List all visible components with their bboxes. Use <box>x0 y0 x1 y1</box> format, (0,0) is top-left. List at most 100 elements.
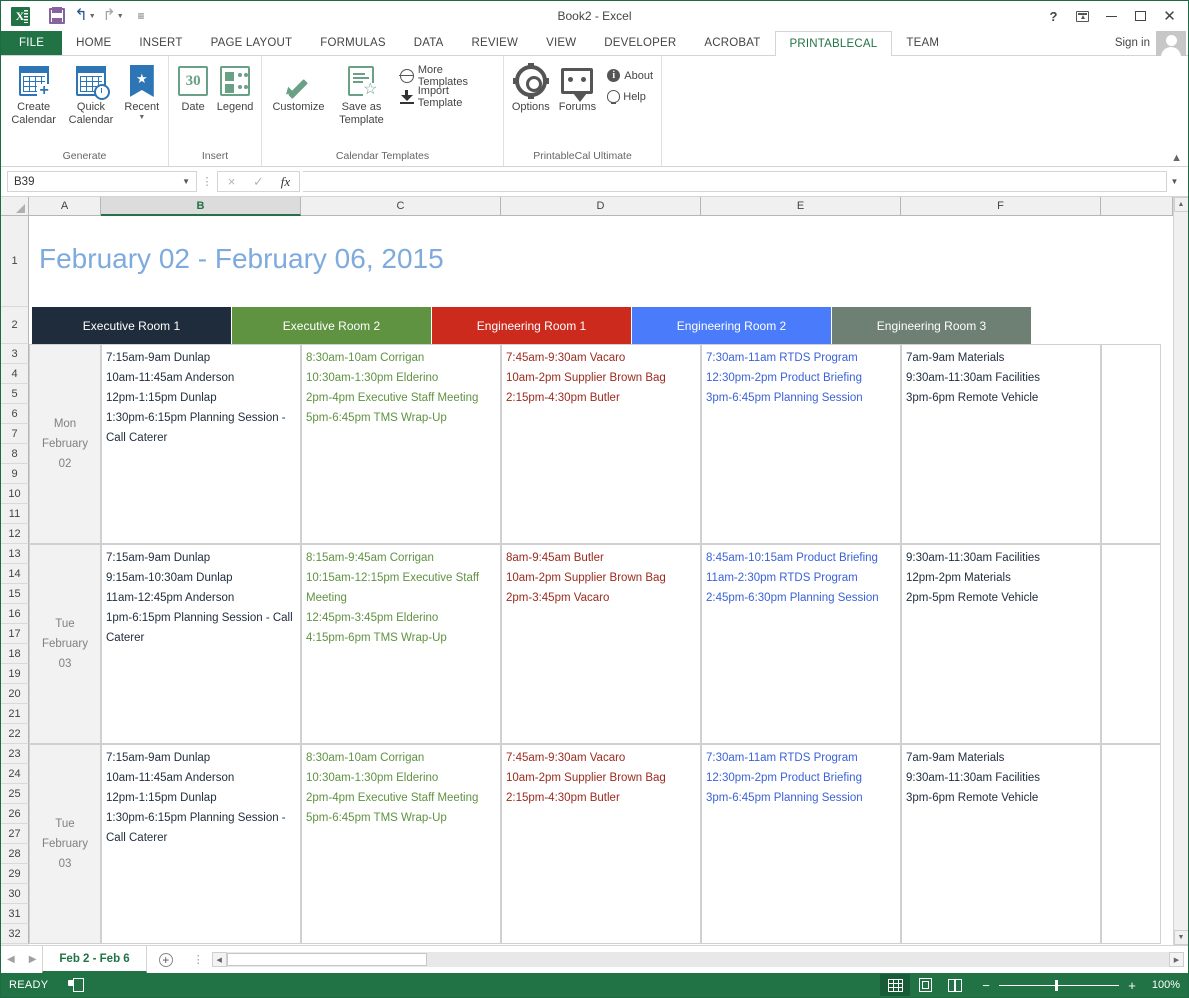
event-cell[interactable]: 7:30am-11am RTDS Program 12:30pm-2pm Prod… <box>701 344 901 544</box>
event-cell[interactable]: 7:15am-9am Dunlap 10am-11:45am Anderson 12… <box>101 744 301 944</box>
redo-icon[interactable]: ↱ ▼ <box>100 4 126 28</box>
legend-button[interactable]: Legend <box>213 60 257 114</box>
record-macro-icon[interactable] <box>68 978 85 992</box>
tab-developer[interactable]: DEVELOPER <box>590 31 690 55</box>
formula-input[interactable] <box>303 171 1167 192</box>
row-header-16[interactable]: 16 <box>1 604 29 624</box>
row-header-18[interactable]: 18 <box>1 644 29 664</box>
row-header-26[interactable]: 26 <box>1 804 29 824</box>
customize-button[interactable]: Customize <box>266 60 331 114</box>
forums-button[interactable]: Forums <box>554 60 602 114</box>
cancel-formula-button[interactable]: × <box>218 172 245 191</box>
row-header-30[interactable]: 30 <box>1 884 29 904</box>
event-cell[interactable]: 8:45am-10:15am Product Briefing 11am-2:30… <box>701 544 901 744</box>
insert-function-button[interactable]: fx <box>272 172 299 191</box>
row-header-8[interactable]: 8 <box>1 444 29 464</box>
row-header-23[interactable]: 23 <box>1 744 29 764</box>
page-layout-view-button[interactable] <box>910 974 940 996</box>
scroll-down-button[interactable]: ▼ <box>1173 930 1188 945</box>
column-header-c[interactable]: C <box>301 197 501 216</box>
customize-qat-icon[interactable]: ≡ <box>128 4 154 28</box>
column-header-g[interactable] <box>1101 197 1173 216</box>
recent-button[interactable]: ★ Recent ▼ <box>120 60 164 122</box>
vertical-scroll-track[interactable] <box>1173 212 1188 930</box>
date-button[interactable]: 30 Date <box>173 60 213 114</box>
horizontal-scroll-thumb[interactable] <box>226 953 427 966</box>
zoom-slider-thumb[interactable] <box>1055 979 1058 991</box>
row-header-25[interactable]: 25 <box>1 784 29 804</box>
event-cell[interactable]: 8:15am-9:45am Corrigan 10:15am-12:15pm Ex… <box>301 544 501 744</box>
chevron-down-icon[interactable]: ▼ <box>124 114 159 122</box>
chevron-down-icon[interactable]: ▼ <box>182 177 190 186</box>
event-cell[interactable]: 9:30am-11:30am Facilities 12pm-2pm Materi… <box>901 544 1101 744</box>
minimize-button[interactable] <box>1097 4 1126 28</box>
vertical-scrollbar[interactable]: ▲ ▼ <box>1173 197 1188 945</box>
create-calendar-button[interactable]: + Create Calendar <box>5 60 62 127</box>
scroll-up-button[interactable]: ▲ <box>1173 197 1188 212</box>
excel-logo-icon[interactable]: X <box>7 4 33 28</box>
ribbon-display-options-button[interactable] <box>1068 4 1097 28</box>
sheet-nav-prev-icon[interactable]: ◀ <box>7 954 15 965</box>
sign-in-link[interactable]: Sign in <box>1115 37 1150 49</box>
zoom-out-button[interactable]: − <box>980 978 992 993</box>
row-header-29[interactable]: 29 <box>1 864 29 884</box>
row-header-10[interactable]: 10 <box>1 484 29 504</box>
horizontal-scrollbar[interactable]: ◀ ▶ <box>211 952 1184 967</box>
row-header-7[interactable]: 7 <box>1 424 29 444</box>
row-header-20[interactable]: 20 <box>1 684 29 704</box>
column-header-d[interactable]: D <box>501 197 701 216</box>
help-button[interactable]: ? <box>1039 4 1068 28</box>
row-header-14[interactable]: 14 <box>1 564 29 584</box>
row-header-27[interactable]: 27 <box>1 824 29 844</box>
select-all-button[interactable] <box>1 197 29 216</box>
row-header-1[interactable]: 1 <box>1 216 29 307</box>
row-header-31[interactable]: 31 <box>1 904 29 924</box>
save-as-template-button[interactable]: ☆ Save as Template <box>331 60 392 127</box>
row-header-4[interactable]: 4 <box>1 364 29 384</box>
tab-team[interactable]: TEAM <box>892 31 953 55</box>
row-header-5[interactable]: 5 <box>1 384 29 404</box>
enter-formula-button[interactable]: ✓ <box>245 172 272 191</box>
event-cell[interactable]: 7:15am-9am Dunlap 9:15am-10:30am Dunlap 11… <box>101 544 301 744</box>
empty-cell[interactable] <box>1101 744 1161 944</box>
row-header-19[interactable]: 19 <box>1 664 29 684</box>
row-header-13[interactable]: 13 <box>1 544 29 564</box>
event-cell[interactable]: 8:30am-10am Corrigan 10:30am-1:30pm Elder… <box>301 344 501 544</box>
event-cell[interactable]: 7:30am-11am RTDS Program 12:30pm-2pm Prod… <box>701 744 901 944</box>
undo-icon[interactable]: ↰ ▼ <box>72 4 98 28</box>
tab-data[interactable]: DATA <box>400 31 458 55</box>
sheet-splitter-grip[interactable]: ⋮ <box>185 953 212 966</box>
column-header-a[interactable]: A <box>29 197 101 216</box>
name-box[interactable]: B39 ▼ <box>7 171 197 192</box>
zoom-slider[interactable] <box>999 979 1119 991</box>
row-header-3[interactable]: 3 <box>1 344 29 364</box>
row-header-11[interactable]: 11 <box>1 504 29 524</box>
empty-cell[interactable] <box>1101 544 1161 744</box>
event-cell[interactable]: 7:15am-9am Dunlap 10am-11:45am Anderson 12… <box>101 344 301 544</box>
row-header-2[interactable]: 2 <box>1 307 29 344</box>
add-sheet-button[interactable]: + <box>147 946 185 973</box>
page-break-view-button[interactable] <box>940 974 970 996</box>
normal-view-button[interactable] <box>880 974 910 996</box>
row-header-32[interactable]: 32 <box>1 924 29 944</box>
event-cell[interactable]: 7:45am-9:30am Vacaro 10am-2pm Supplier Br… <box>501 744 701 944</box>
zoom-level[interactable]: 100% <box>1142 979 1180 991</box>
avatar[interactable] <box>1156 30 1186 57</box>
options-button[interactable]: Options <box>508 60 554 114</box>
scroll-left-button[interactable]: ◀ <box>211 952 227 967</box>
quick-calendar-button[interactable]: Quick Calendar <box>62 60 119 127</box>
event-cell[interactable]: 7:45am-9:30am Vacaro 10am-2pm Supplier Br… <box>501 344 701 544</box>
row-header-21[interactable]: 21 <box>1 704 29 724</box>
event-cell[interactable]: 8:30am-10am Corrigan 10:30am-1:30pm Elder… <box>301 744 501 944</box>
row-header-9[interactable]: 9 <box>1 464 29 484</box>
help-menu-button[interactable]: Help <box>603 86 657 107</box>
column-header-b[interactable]: B <box>101 197 301 216</box>
tab-printablecal[interactable]: PRINTABLECAL <box>774 31 893 56</box>
tab-page-layout[interactable]: PAGE LAYOUT <box>197 31 307 55</box>
row-header-17[interactable]: 17 <box>1 624 29 644</box>
tab-review[interactable]: REVIEW <box>458 31 533 55</box>
restore-button[interactable] <box>1126 4 1155 28</box>
about-button[interactable]: i About <box>603 65 657 86</box>
column-header-f[interactable]: F <box>901 197 1101 216</box>
collapse-ribbon-icon[interactable]: ▲ <box>1171 152 1182 164</box>
